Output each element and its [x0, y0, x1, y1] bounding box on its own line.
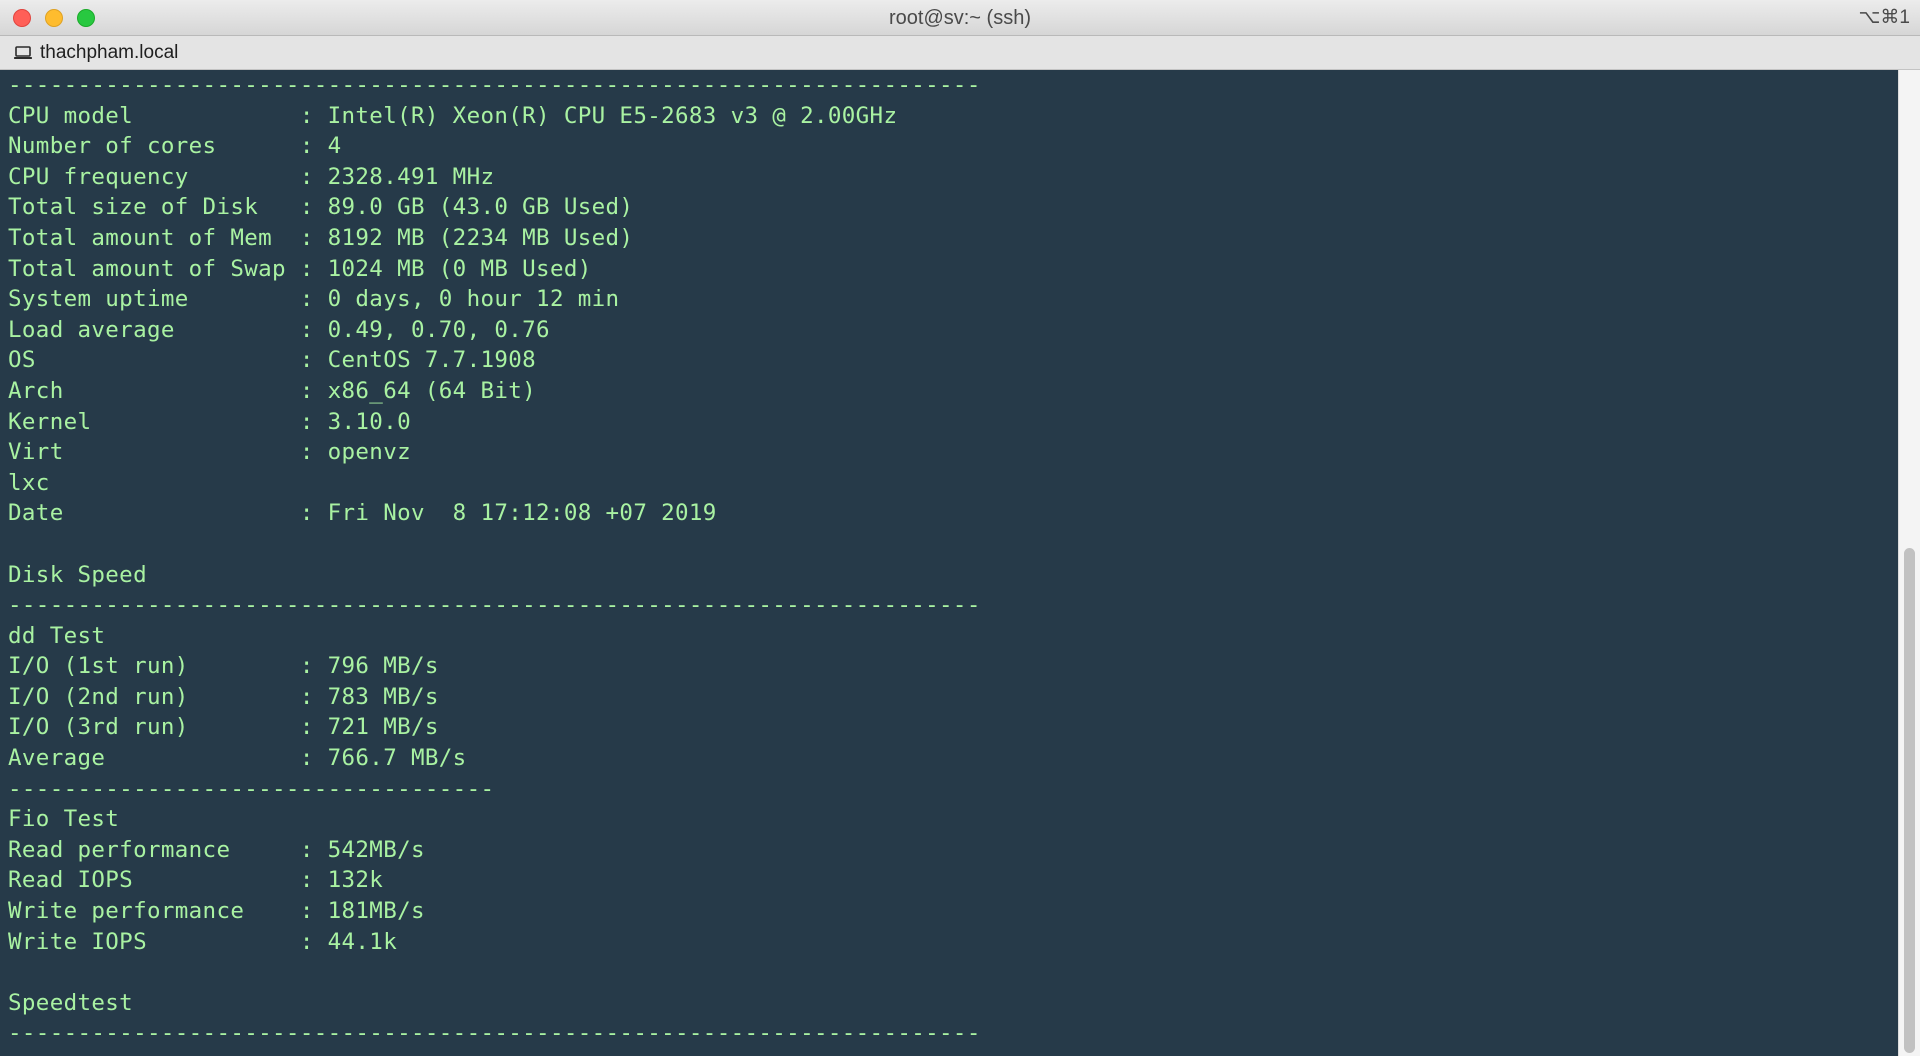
- title-bar[interactable]: root@sv:~ (ssh) ⌥⌘1: [0, 0, 1920, 36]
- terminal-line: Read performance : 542MB/s: [8, 836, 425, 863]
- terminal-line: Average : 766.7 MB/s: [8, 745, 467, 772]
- terminal-line: System uptime : 0 days, 0 hour 12 min: [8, 286, 620, 313]
- tab-hostname[interactable]: thachpham.local: [40, 36, 178, 70]
- terminal-line: ----------------------------------------…: [8, 1020, 981, 1047]
- terminal-line: Speedtest: [8, 989, 134, 1016]
- terminal-line: I/O (1st run) : 796 MB/s: [8, 653, 439, 680]
- terminal-line: Read IOPS : 132k: [8, 867, 384, 894]
- terminal-line: Virt : openvz: [8, 439, 411, 466]
- terminal-line: I/O (3rd run) : 721 MB/s: [8, 714, 439, 741]
- terminal-line: Date : Fri Nov 8 17:12:08 +07 2019: [8, 500, 717, 527]
- terminal-lines: ----------------------------------------…: [8, 70, 981, 1049]
- terminal-line: CPU frequency : 2328.491 MHz: [8, 163, 495, 190]
- terminal-line: Write IOPS : 44.1k: [8, 928, 398, 955]
- terminal-line: Load average : 0.49, 0.70, 0.76: [8, 316, 550, 343]
- terminal-line: I/O (2nd run) : 783 MB/s: [8, 683, 439, 710]
- terminal-line: Disk Speed: [8, 561, 147, 588]
- terminal-line: Total amount of Swap : 1024 MB (0 MB Use…: [8, 255, 592, 282]
- terminal-window: root@sv:~ (ssh) ⌥⌘1 thachpham.local ----…: [0, 0, 1920, 1056]
- terminal-line: ----------------------------------------…: [8, 592, 981, 619]
- vertical-scrollbar[interactable]: [1898, 70, 1920, 1056]
- terminal-output[interactable]: ----------------------------------------…: [0, 70, 1898, 1056]
- terminal-line: OS : CentOS 7.7.1908: [8, 347, 537, 374]
- terminal-line: -----------------------------------: [8, 775, 495, 802]
- scrollbar-thumb[interactable]: [1904, 548, 1915, 1053]
- terminal-line: CPU model : Intel(R) Xeon(R) CPU E5-2683…: [8, 102, 898, 129]
- terminal-line: Arch : x86_64 (64 Bit): [8, 377, 537, 404]
- window-title: root@sv:~ (ssh): [888, 7, 1031, 29]
- terminal-line: Write performance : 181MB/s: [8, 898, 425, 925]
- terminal-line: Total size of Disk : 89.0 GB (43.0 GB Us…: [8, 194, 634, 221]
- tab-bar: thachpham.local: [0, 36, 1920, 70]
- terminal-line: Number of cores : 4: [8, 133, 342, 160]
- terminal-line: Fio Test: [8, 806, 120, 833]
- laptop-icon: [14, 46, 32, 59]
- terminal-line: lxc: [8, 469, 50, 496]
- terminal-line: Kernel : 3.10.0: [8, 408, 411, 435]
- terminal-line: ----------------------------------------…: [8, 72, 981, 98]
- window-shortcut-label: ⌥⌘1: [1858, 7, 1910, 28]
- terminal-line: dd Test: [8, 622, 106, 649]
- terminal-line: Total amount of Mem : 8192 MB (2234 MB U…: [8, 224, 634, 251]
